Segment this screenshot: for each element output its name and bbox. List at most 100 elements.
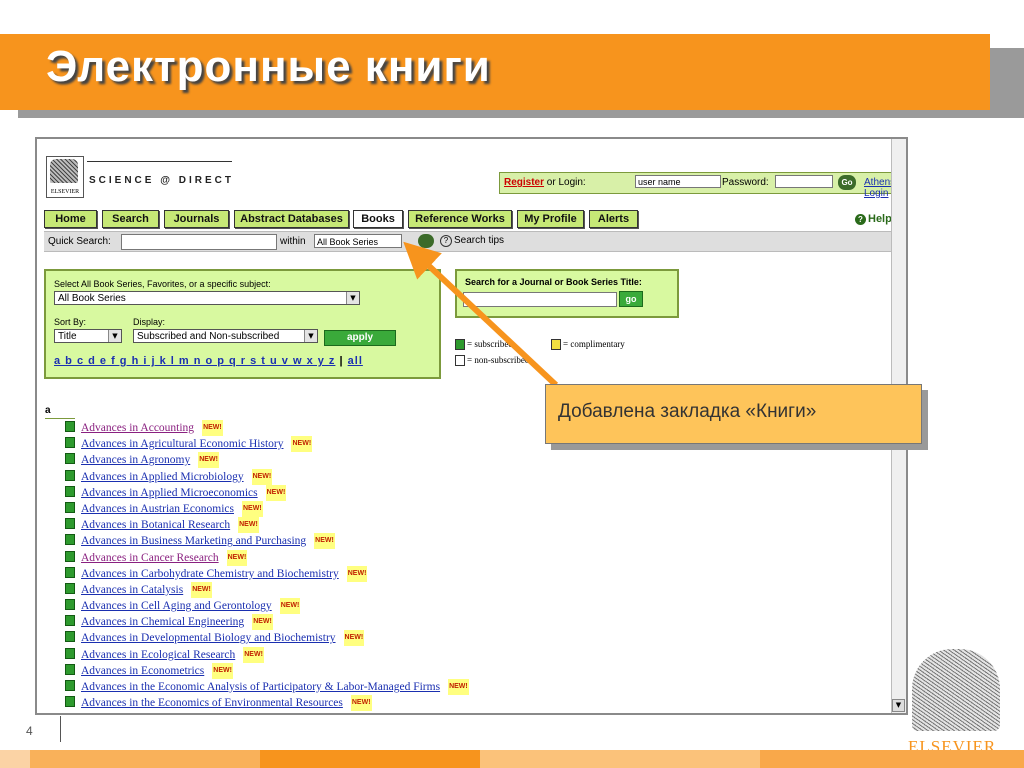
elsevier-tree-logo-large <box>908 645 1008 737</box>
subject-select[interactable]: All Book Series ▼ <box>54 291 360 305</box>
new-badge: NEW! <box>202 420 223 436</box>
new-badge: NEW! <box>346 565 368 582</box>
book-series-link[interactable]: Advances in Agricultural Economic Histor… <box>81 438 283 450</box>
book-series-item: Advances in Catalysis NEW! <box>65 581 469 598</box>
sciencedirect-wordmark: SCIENCE @ DIRECT <box>89 175 234 186</box>
book-series-item: Advances in Botanical Research NEW! <box>65 517 469 534</box>
legend-non-subscribed: = non-subscribed <box>455 355 529 367</box>
tab-home[interactable]: Home <box>44 210 97 228</box>
callout-box: Добавлена закладка «Книги» <box>545 384 922 444</box>
book-series-link[interactable]: Advances in the Economic Analysis of Par… <box>81 681 440 693</box>
book-series-link[interactable]: Advances in Accounting <box>81 422 194 434</box>
book-series-link[interactable]: Advances in Cell Aging and Gerontology <box>81 600 272 612</box>
password-input[interactable] <box>775 175 833 188</box>
book-icon <box>65 599 75 611</box>
chevron-down-icon: ▼ <box>346 292 359 304</box>
book-series-item: Advances in Applied Microeconomics NEW! <box>65 484 469 501</box>
quick-search-label: Quick Search: <box>48 236 111 247</box>
chevron-down-icon: ▼ <box>304 330 317 342</box>
login-go-button[interactable]: Go <box>838 175 856 190</box>
tab-search[interactable]: Search <box>102 210 159 228</box>
book-series-link[interactable]: Advances in Applied Microeconomics <box>81 487 258 499</box>
book-icon <box>65 566 75 578</box>
journal-go-button[interactable]: go <box>619 291 643 307</box>
journal-title-input[interactable] <box>463 292 617 307</box>
sort-select[interactable]: Title ▼ <box>54 329 122 343</box>
book-series-link[interactable]: Advances in Developmental Biology and Bi… <box>81 632 336 644</box>
page-number: 4 <box>26 724 33 738</box>
legend-complimentary: = complimentary <box>551 339 625 351</box>
question-icon: ? <box>440 235 452 247</box>
quick-search-go-button[interactable] <box>418 234 434 248</box>
new-badge: NEW! <box>279 598 301 615</box>
book-series-link[interactable]: Advances in Botanical Research <box>81 519 230 531</box>
apply-button[interactable]: apply <box>324 330 396 346</box>
book-series-link[interactable]: Advances in Ecological Research <box>81 649 235 661</box>
book-icon <box>65 680 75 691</box>
book-series-item: Advances in the Economic Analysis of Par… <box>65 679 469 695</box>
book-icon <box>65 696 75 708</box>
new-badge: NEW! <box>291 436 313 453</box>
book-series-link[interactable]: Advances in Carbohydrate Chemistry and B… <box>81 568 339 580</box>
letter-rule <box>45 418 75 419</box>
footer-band-2 <box>30 750 260 768</box>
new-badge: NEW! <box>226 549 248 566</box>
new-badge: NEW! <box>243 646 264 663</box>
tab-journals[interactable]: Journals <box>164 210 229 228</box>
tab-books[interactable]: Books <box>353 210 403 228</box>
tab-alerts[interactable]: Alerts <box>589 210 638 228</box>
callout-text: Добавлена закладка «Книги» <box>558 401 817 422</box>
book-series-link[interactable]: Advances in the Economics of Environment… <box>81 697 343 709</box>
all-link[interactable]: all <box>348 355 363 367</box>
search-tips-link[interactable]: ? Search tips <box>440 235 504 247</box>
book-icon <box>65 453 75 465</box>
register-link[interactable]: Register <box>504 177 544 188</box>
tab-my-profile[interactable]: My Profile <box>517 210 584 228</box>
book-icon <box>65 631 75 643</box>
book-icon <box>65 469 75 481</box>
scroll-down-icon[interactable]: ▼ <box>892 699 905 712</box>
elsevier-tree-logo: ELSEVIER <box>46 156 84 198</box>
book-series-item: Advances in Applied Microbiology NEW! <box>65 468 469 485</box>
journal-search-label: Search for a Journal or Book Series Titl… <box>465 277 642 287</box>
footer-band-3 <box>260 750 480 768</box>
book-series-item: Advances in Carbohydrate Chemistry and B… <box>65 565 469 582</box>
book-series-link[interactable]: Advances in Cancer Research <box>81 552 219 564</box>
book-series-link[interactable]: Advances in Austrian Economics <box>81 503 234 515</box>
quick-search-input[interactable] <box>121 234 277 250</box>
new-badge: NEW! <box>212 662 233 679</box>
book-series-link[interactable]: Advances in Econometrics <box>81 665 204 677</box>
quick-search-scope-select[interactable]: All Book Series <box>314 234 402 248</box>
book-series-link[interactable]: Advances in Agronomy <box>81 454 190 466</box>
book-series-link[interactable]: Advances in Catalysis <box>81 584 183 596</box>
book-icon <box>65 582 75 594</box>
book-series-item: Advances in Business Marketing and Purch… <box>65 533 469 550</box>
book-series-item: Advances in the Economics of Environment… <box>65 695 469 712</box>
display-select[interactable]: Subscribed and Non-subscribed ▼ <box>133 329 318 343</box>
display-label: Display: <box>133 317 166 327</box>
new-badge: NEW! <box>314 533 335 550</box>
slide-title: Электронные книги <box>46 42 491 91</box>
page-number-divider <box>60 716 61 742</box>
tab-reference-works[interactable]: Reference Works <box>408 210 512 228</box>
book-series-item: Advances in Chemical Engineering NEW! <box>65 614 469 631</box>
book-series-link[interactable]: Advances in Applied Microbiology <box>81 471 244 483</box>
login-bar: Register or Login: user name Password: G… <box>499 172 897 199</box>
alphabet-index[interactable]: a b c d e f g h i j k l m n o p q r s t … <box>54 355 363 367</box>
new-badge: NEW! <box>448 679 469 695</box>
logo-rule <box>87 161 232 162</box>
help-link[interactable]: ? Help <box>855 213 892 225</box>
book-icon <box>65 485 75 497</box>
book-series-item: Advances in Accounting NEW! <box>65 420 469 436</box>
tab-abstract-databases[interactable]: Abstract Databases <box>234 210 349 228</box>
new-badge: NEW! <box>198 452 219 469</box>
footer-band-1 <box>0 750 30 768</box>
username-input[interactable]: user name <box>635 175 721 188</box>
book-series-item: Advances in Austrian Economics NEW! <box>65 500 469 517</box>
book-series-link[interactable]: Advances in Business Marketing and Purch… <box>81 535 306 547</box>
book-icon <box>65 663 75 675</box>
book-series-link[interactable]: Advances in Chemical Engineering <box>81 616 244 628</box>
sort-label: Sort By: <box>54 317 87 327</box>
book-series-item: Advances in Agronomy NEW! <box>65 452 469 469</box>
journal-search-panel: Search for a Journal or Book Series Titl… <box>455 269 679 318</box>
